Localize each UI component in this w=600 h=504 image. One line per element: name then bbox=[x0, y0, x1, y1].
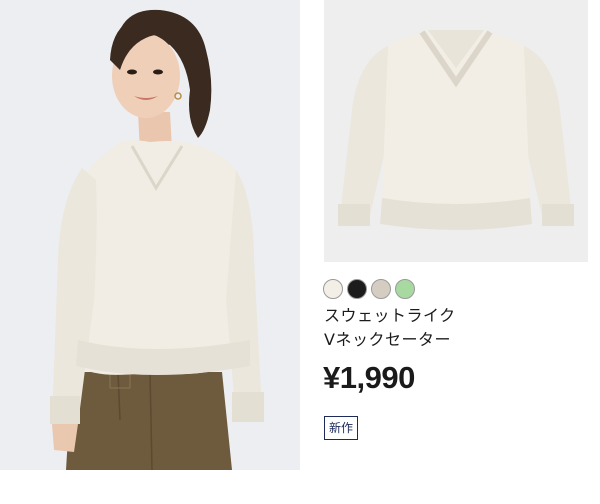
product-name-line2: Vネックセーター bbox=[324, 330, 451, 349]
product-card[interactable]: スウェットライク Vネックセーター ¥1,990 新作 bbox=[0, 0, 600, 504]
product-name[interactable]: スウェットライク Vネックセーター bbox=[324, 304, 594, 352]
color-swatch-black[interactable] bbox=[347, 279, 367, 299]
model-photo[interactable] bbox=[0, 0, 300, 470]
color-swatch-off-white[interactable] bbox=[323, 279, 343, 299]
color-swatches bbox=[323, 279, 415, 299]
product-flat-photo[interactable] bbox=[324, 0, 588, 262]
product-name-line1: スウェットライク bbox=[324, 306, 456, 325]
product-price: ¥1,990 bbox=[323, 360, 415, 395]
color-swatch-green[interactable] bbox=[395, 279, 415, 299]
model-illustration bbox=[0, 0, 300, 470]
sweater-flat-illustration bbox=[324, 0, 588, 262]
new-arrival-badge: 新作 bbox=[324, 416, 359, 440]
color-swatch-beige[interactable] bbox=[371, 279, 391, 299]
